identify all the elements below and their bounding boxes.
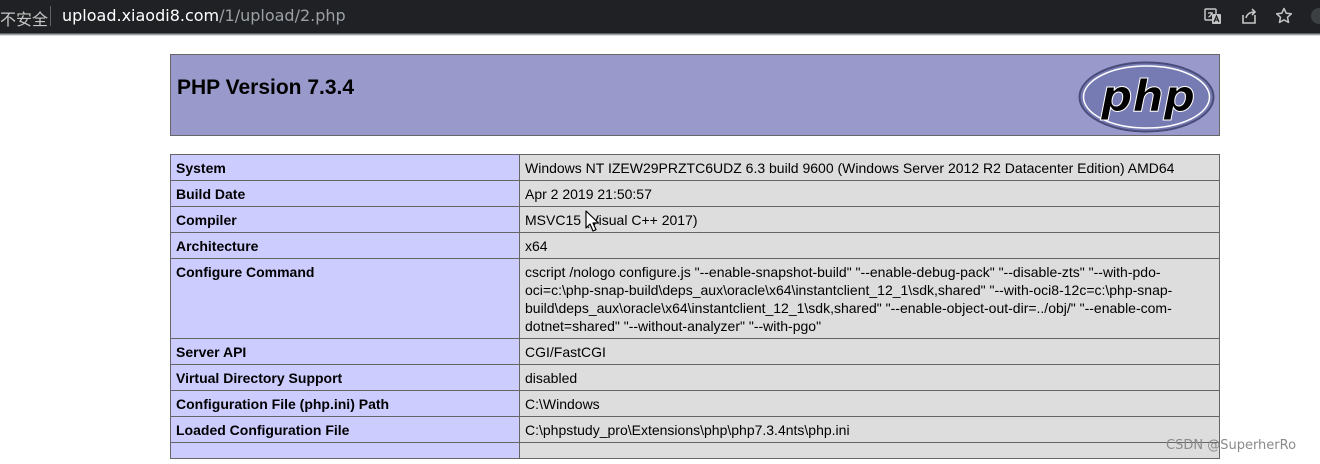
table-row: Architecture x64: [170, 232, 1220, 259]
bookmark-star-icon[interactable]: [1273, 5, 1295, 27]
share-icon[interactable]: [1238, 5, 1260, 27]
php-logo-text: php: [1100, 71, 1195, 122]
row-value: Windows NT IZEW29PRZTC6UDZ 6.3 build 960…: [519, 154, 1220, 181]
browser-toolbar: 不安全 upload.xiaodi8.com/1/upload/2.php: [0, 0, 1320, 33]
url-host: upload.xiaodi8.com: [62, 6, 220, 25]
php-info-table: System Windows NT IZEW29PRZTC6UDZ 6.3 bu…: [170, 154, 1220, 459]
table-row: Configuration File (php.ini) Path C:\Win…: [170, 390, 1220, 417]
row-key: Compiler: [170, 206, 520, 233]
table-row: Configure Command cscript /nologo config…: [170, 258, 1220, 339]
mouse-cursor-icon: [585, 210, 599, 232]
toolbar-shadow: [0, 33, 1320, 36]
row-key: Configuration File (php.ini) Path: [170, 390, 520, 417]
url-path: /1/upload/2.php: [219, 6, 346, 25]
row-key: Architecture: [170, 232, 520, 259]
table-row: Compiler MSVC15 (Visual C++ 2017): [170, 206, 1220, 233]
table-row: Server API CGI/FastCGI: [170, 338, 1220, 365]
php-version-header: PHP Version 7.3.4 php: [170, 54, 1220, 136]
table-row-partial: [170, 442, 1220, 459]
table-row: System Windows NT IZEW29PRZTC6UDZ 6.3 bu…: [170, 154, 1220, 181]
row-value: cscript /nologo configure.js "--enable-s…: [519, 258, 1220, 339]
translate-icon[interactable]: [1202, 5, 1224, 27]
row-value: [519, 442, 1220, 459]
row-key: Server API: [170, 338, 520, 365]
row-value: Apr 2 2019 21:50:57: [519, 180, 1220, 207]
row-key: Virtual Directory Support: [170, 364, 520, 391]
row-value: disabled: [519, 364, 1220, 391]
row-key: Configure Command: [170, 258, 520, 339]
row-value: MSVC15 (Visual C++ 2017): [519, 206, 1220, 233]
row-value: CGI/FastCGI: [519, 338, 1220, 365]
row-value: x64: [519, 232, 1220, 259]
security-indicator[interactable]: 不安全: [0, 6, 48, 30]
table-row: Loaded Configuration File C:\phpstudy_pr…: [170, 416, 1220, 443]
address-bar[interactable]: upload.xiaodi8.com/1/upload/2.php: [62, 6, 346, 25]
table-row: Virtual Directory Support disabled: [170, 364, 1220, 391]
page-title: PHP Version 7.3.4: [177, 76, 355, 99]
profile-icon[interactable]: [1305, 5, 1320, 27]
row-key: System: [170, 154, 520, 181]
row-key: Build Date: [170, 180, 520, 207]
address-divider: [50, 6, 51, 26]
row-value: C:\phpstudy_pro\Extensions\php\php7.3.4n…: [519, 416, 1220, 443]
watermark: CSDN @SuperherRo: [1166, 438, 1297, 453]
table-row: Build Date Apr 2 2019 21:50:57: [170, 180, 1220, 207]
row-key: Loaded Configuration File: [170, 416, 520, 443]
row-key: [170, 442, 520, 459]
row-value: C:\Windows: [519, 390, 1220, 417]
php-logo[interactable]: php: [1078, 61, 1215, 133]
